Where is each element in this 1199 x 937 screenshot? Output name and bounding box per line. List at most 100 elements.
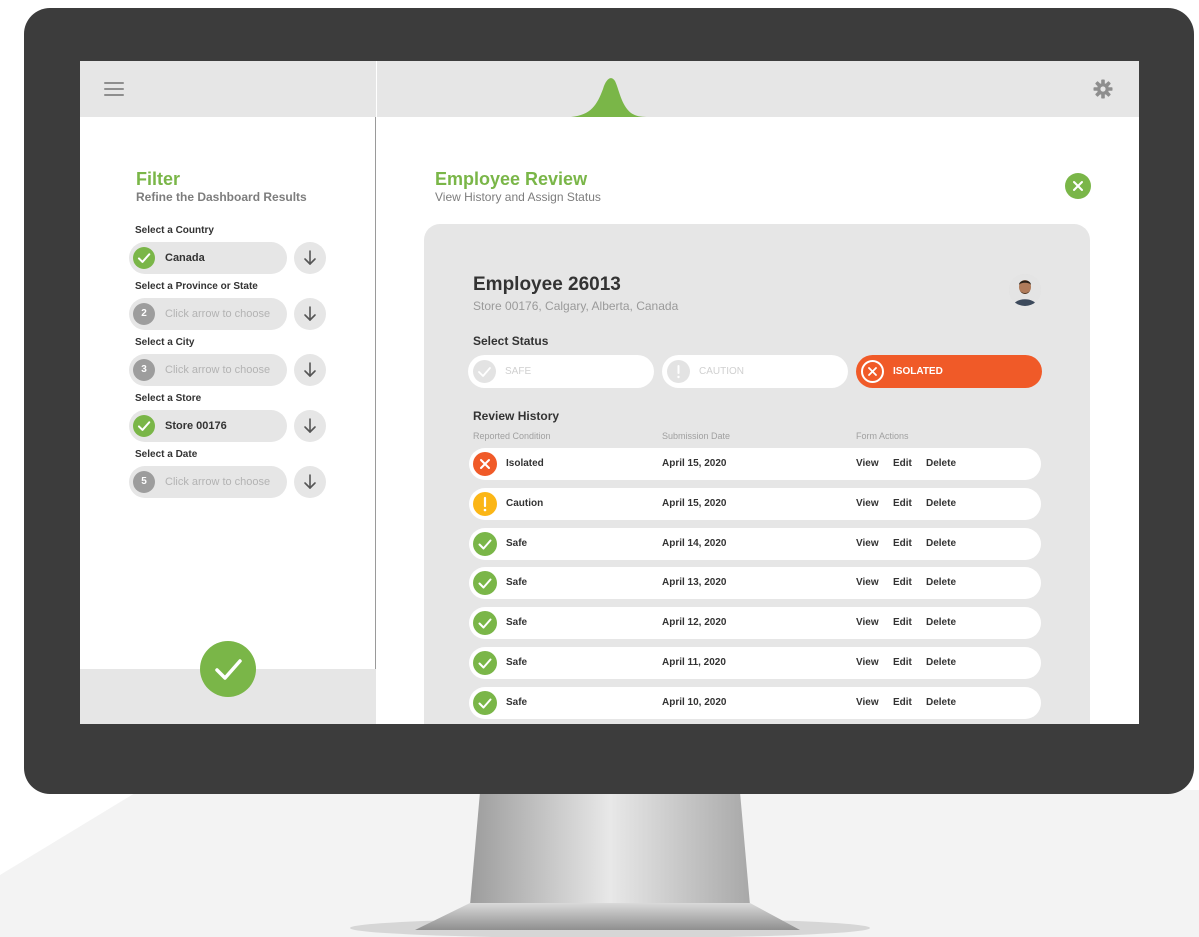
filter-panel: Filter Refine the Dashboard Results Sele… xyxy=(80,61,376,724)
row-date: April 15, 2020 xyxy=(662,458,727,469)
close-button[interactable] xyxy=(1065,173,1091,199)
dropdown-arrow-button[interactable] xyxy=(294,410,326,442)
view-link[interactable]: View xyxy=(856,498,879,509)
dropdown-arrow-button[interactable] xyxy=(294,466,326,498)
selected-check-badge xyxy=(133,415,155,437)
view-link[interactable]: View xyxy=(856,657,879,668)
table-row: Safe April 10, 2020 View Edit Delete xyxy=(469,686,1041,719)
edit-link[interactable]: Edit xyxy=(893,538,912,549)
check-icon xyxy=(478,578,492,589)
status-badge xyxy=(861,360,884,383)
close-icon xyxy=(868,367,877,376)
selector-value: Store 00176 xyxy=(165,420,227,432)
delete-link[interactable]: Delete xyxy=(926,657,956,668)
status-option-label: SAFE xyxy=(505,366,532,377)
selector-label: Select a Province or State xyxy=(135,281,258,292)
delete-link[interactable]: Delete xyxy=(926,538,956,549)
view-link[interactable]: View xyxy=(856,617,879,628)
column-header-actions: Form Actions xyxy=(856,431,909,441)
row-date: April 11, 2020 xyxy=(662,657,726,668)
row-condition: Safe xyxy=(506,577,528,589)
delete-link[interactable]: Delete xyxy=(926,458,956,469)
status-option-safe[interactable]: SAFE xyxy=(468,355,654,388)
condition-badge xyxy=(473,531,497,556)
condition-badge xyxy=(473,651,497,675)
row-condition: Caution xyxy=(506,497,544,509)
selector-value: Click arrow to choose xyxy=(165,364,271,376)
selector-label: Select a Store xyxy=(135,393,202,404)
row-condition: Safe xyxy=(506,537,528,549)
apply-filter-button[interactable] xyxy=(200,641,256,697)
employee-store: Store 00176, Calgary, Alberta, Canada xyxy=(473,299,679,313)
edit-link[interactable]: Edit xyxy=(893,577,912,588)
edit-link[interactable]: Edit xyxy=(893,657,912,668)
table-row: Safe April 11, 2020 View Edit Delete xyxy=(469,647,1041,679)
row-condition: Safe xyxy=(506,657,528,668)
status-badge xyxy=(473,360,496,383)
selector-value: Click arrow to choose xyxy=(165,308,271,320)
row-date: April 13, 2020 xyxy=(662,577,727,589)
right-topbar xyxy=(377,61,1139,117)
status-option-label: ISOLATED xyxy=(893,366,943,377)
column-header-condition: Reported Condition xyxy=(473,431,551,441)
hamburger-icon[interactable] xyxy=(104,82,124,96)
status-label: Select Status xyxy=(473,334,549,348)
edit-link[interactable]: Edit xyxy=(893,498,912,509)
table-row: Caution April 15, 2020 View Edit Delete xyxy=(469,487,1041,520)
gear-icon[interactable] xyxy=(1093,79,1113,99)
delete-link[interactable]: Delete xyxy=(926,498,956,509)
page-subtitle: View History and Assign Status xyxy=(435,190,601,204)
edit-link[interactable]: Edit xyxy=(893,617,912,628)
arrow-down-icon xyxy=(304,306,316,321)
delete-link[interactable]: Delete xyxy=(926,577,956,588)
close-icon xyxy=(1073,181,1083,191)
check-icon xyxy=(478,367,491,377)
view-link[interactable]: View xyxy=(856,458,879,469)
filter-subtitle: Refine the Dashboard Results xyxy=(136,190,307,204)
check-icon xyxy=(478,658,492,669)
dropdown-arrow-button[interactable] xyxy=(294,298,326,330)
arrow-down-icon xyxy=(304,250,316,265)
column-header-date: Submission Date xyxy=(662,431,731,441)
selector-field[interactable]: Canada xyxy=(129,242,287,274)
exclamation-icon xyxy=(677,365,680,379)
dropdown-arrow-button[interactable] xyxy=(294,354,326,386)
left-topbar xyxy=(80,61,376,117)
table-row: Safe April 14, 2020 View Edit Delete xyxy=(469,527,1041,560)
employee-name: Employee 26013 xyxy=(473,274,621,295)
edit-link[interactable]: Edit xyxy=(893,458,912,469)
edit-link[interactable]: Edit xyxy=(893,697,912,708)
selector-field[interactable]: 2 Click arrow to choose xyxy=(129,298,287,330)
check-icon xyxy=(478,539,492,550)
selector-label: Select a Country xyxy=(135,225,214,236)
selector-value: Click arrow to choose xyxy=(165,476,271,488)
condition-badge xyxy=(473,491,497,516)
selector-field[interactable]: Store 00176 xyxy=(129,410,287,442)
view-link[interactable]: View xyxy=(856,697,879,708)
selector-field[interactable]: 5 Click arrow to choose xyxy=(129,466,287,498)
view-link[interactable]: View xyxy=(856,538,879,549)
history-label: Review History xyxy=(473,409,560,423)
table-row: Isolated April 15, 2020 View Edit Delete xyxy=(469,448,1041,480)
view-link[interactable]: View xyxy=(856,577,879,588)
row-date: April 15, 2020 xyxy=(662,497,727,509)
row-date: April 14, 2020 xyxy=(662,537,727,549)
check-icon xyxy=(478,618,492,629)
dropdown-arrow-button[interactable] xyxy=(294,242,326,274)
app-screen: Filter Refine the Dashboard Results Sele… xyxy=(80,61,1139,724)
row-condition: Safe xyxy=(506,617,528,629)
status-option-caution[interactable]: CAUTION xyxy=(662,355,848,388)
status-badge xyxy=(667,360,690,383)
selected-check-badge xyxy=(133,247,155,269)
arrow-down-icon xyxy=(304,418,316,433)
avatar xyxy=(1009,274,1041,306)
arrow-down-icon xyxy=(304,362,316,377)
row-condition: Isolated xyxy=(506,458,544,469)
status-option-isolated[interactable]: ISOLATED xyxy=(856,355,1042,388)
selector-field[interactable]: 3 Click arrow to choose xyxy=(129,354,287,386)
close-icon xyxy=(480,459,490,469)
delete-link[interactable]: Delete xyxy=(926,697,956,708)
condition-badge xyxy=(473,690,497,715)
row-date: April 12, 2020 xyxy=(662,617,727,629)
delete-link[interactable]: Delete xyxy=(926,617,956,628)
